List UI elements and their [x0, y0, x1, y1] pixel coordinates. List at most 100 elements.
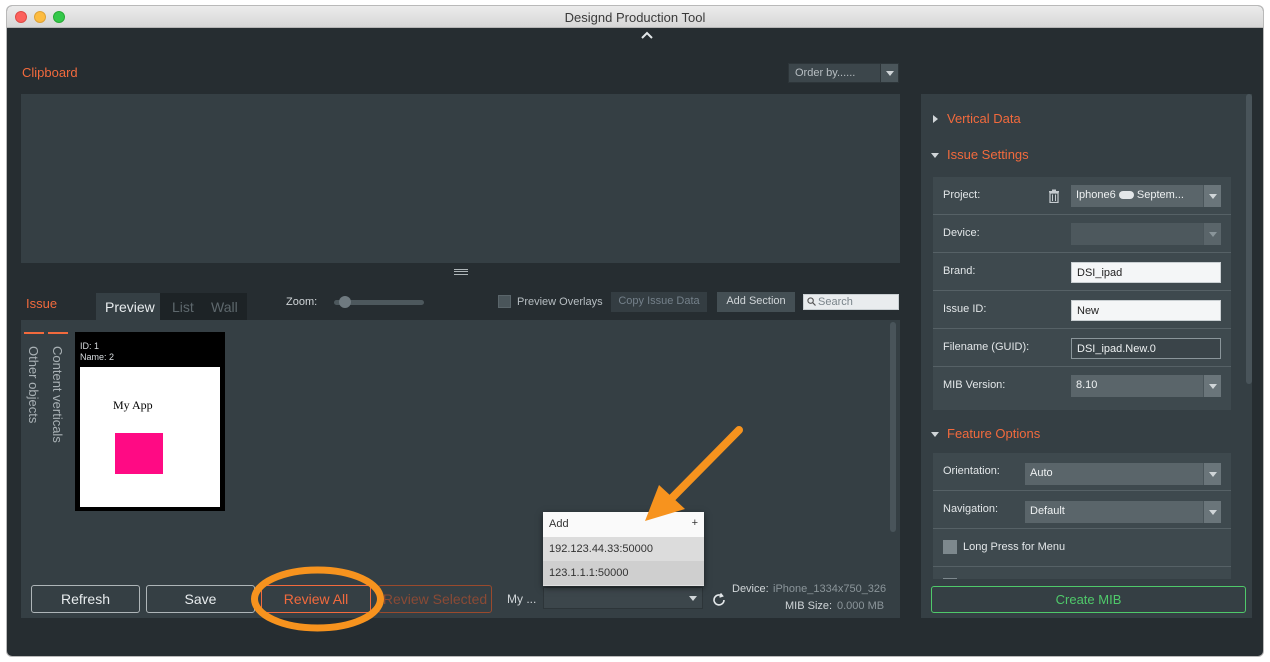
device-value: iPhone_1334x750_326	[773, 583, 887, 595]
long-press-row: Long Press for Menu	[933, 529, 1231, 567]
search-input[interactable]: Search	[803, 294, 899, 310]
mib-version-value: 8.10	[1076, 379, 1098, 391]
save-button[interactable]: Save	[146, 585, 255, 613]
page-thumbnail[interactable]: ID: 1 Name: 2 My App	[75, 332, 225, 511]
mib-version-dropdown-button[interactable]	[1203, 375, 1221, 397]
tab-indicator	[24, 332, 44, 334]
device-option[interactable]: 123.1.1.1:50000	[543, 561, 704, 585]
create-mib-button[interactable]: Create MIB	[931, 586, 1246, 613]
device-dropdown-button[interactable]	[1203, 223, 1221, 245]
brand-label: Brand:	[943, 265, 976, 277]
device-option[interactable]: 192.123.44.33:50000	[543, 537, 704, 561]
device-label: Device:	[732, 583, 769, 595]
project-value: Iphone6	[1076, 189, 1116, 201]
orientation-value: Auto	[1030, 467, 1053, 479]
vertical-data-header[interactable]: Vertical Data	[947, 111, 1021, 126]
issue-id-label: Issue ID:	[943, 303, 987, 315]
navigation-dropdown-button[interactable]	[1203, 501, 1221, 523]
mib-version-row: MIB Version: 8.10	[933, 367, 1231, 405]
chevron-down-icon[interactable]	[931, 153, 939, 158]
add-device-label: Add	[549, 518, 569, 530]
clipboard-area[interactable]	[21, 94, 900, 263]
device-select[interactable]	[543, 587, 703, 609]
partial-row	[933, 567, 1231, 579]
thumbnail-name: Name: 2	[80, 352, 115, 362]
preview-scrollbar[interactable]	[890, 322, 896, 532]
search-placeholder: Search	[818, 296, 853, 308]
orientation-label: Orientation:	[943, 465, 1000, 477]
device-field-select[interactable]	[1071, 223, 1221, 245]
chevron-down-icon	[1209, 232, 1217, 237]
order-by-select[interactable]: Order by......	[788, 63, 899, 83]
refresh-icon[interactable]	[711, 592, 727, 608]
long-press-label: Long Press for Menu	[963, 541, 1066, 553]
tab-preview[interactable]: Preview	[96, 293, 160, 320]
collapse-chevron-up-icon[interactable]	[640, 30, 654, 40]
tab-wall[interactable]: Wall	[211, 299, 238, 315]
chevron-down-icon	[1209, 194, 1217, 199]
chevron-down-icon	[1209, 384, 1217, 389]
project-redaction	[1118, 191, 1134, 200]
device-field-label: Device:	[943, 227, 980, 239]
tab-list[interactable]: List	[172, 299, 194, 315]
annotation-circle-icon	[251, 566, 384, 632]
clipboard-title: Clipboard	[22, 65, 78, 80]
feature-options-box: Orientation: Auto Navigation: Default Lo…	[933, 453, 1231, 579]
order-by-value: Order by......	[795, 67, 856, 79]
issue-settings-header[interactable]: Issue Settings	[947, 147, 1029, 162]
thumbnail-page: My App	[80, 367, 220, 507]
thumbnail-pink-box	[115, 433, 163, 474]
chevron-down-icon	[1209, 510, 1217, 515]
filename-row: Filename (GUID): DSI_ipad.New.0	[933, 329, 1231, 367]
partial-checkbox[interactable]	[943, 578, 957, 579]
review-selected-button[interactable]: Review Selected	[378, 585, 492, 613]
orientation-select[interactable]: Auto	[1025, 463, 1221, 485]
navigation-value: Default	[1030, 505, 1065, 517]
thumbnail-meta: ID: 1 Name: 2	[80, 341, 114, 363]
preview-overlays-checkbox[interactable]	[498, 295, 511, 308]
chevron-down-icon	[886, 71, 894, 76]
project-value-suffix: Septem...	[1136, 189, 1184, 201]
issue-id-field[interactable]: New	[1071, 300, 1221, 321]
mib-version-select[interactable]: 8.10	[1071, 375, 1221, 397]
device-row: Device:	[933, 215, 1231, 253]
mib-size-value: 0.000 MB	[837, 600, 885, 612]
add-section-button[interactable]: Add Section	[717, 292, 795, 312]
tab-other-objects[interactable]: Other objects	[26, 346, 41, 423]
chevron-down-icon	[1209, 472, 1217, 477]
order-by-dropdown-button[interactable]	[880, 64, 898, 82]
zoom-slider-thumb[interactable]	[338, 296, 351, 308]
zoom-label: Zoom:	[286, 296, 318, 308]
issue-id-row: Issue ID: New	[933, 291, 1231, 329]
copy-issue-data-button[interactable]: Copy Issue Data	[611, 292, 707, 312]
filename-field[interactable]: DSI_ipad.New.0	[1071, 338, 1221, 359]
settings-scrollbar[interactable]	[1246, 94, 1252, 384]
orientation-row: Orientation: Auto	[933, 453, 1231, 491]
search-icon	[807, 297, 816, 306]
orientation-dropdown-button[interactable]	[1203, 463, 1221, 485]
project-select[interactable]: Iphone6 Septem...	[1071, 185, 1221, 207]
trash-icon[interactable]	[1048, 189, 1060, 203]
thumbnail-id: ID: 1	[80, 341, 100, 351]
title-bar: Designd Production Tool	[7, 6, 1263, 28]
feature-options-header[interactable]: Feature Options	[947, 426, 1040, 441]
filename-label: Filename (GUID):	[943, 341, 1030, 353]
annotation-arrow-icon	[645, 426, 743, 521]
brand-row: Brand: DSI_ipad	[933, 253, 1231, 291]
long-press-checkbox[interactable]	[943, 540, 957, 554]
project-dropdown-button[interactable]	[1203, 185, 1221, 207]
my-label: My ...	[507, 592, 537, 606]
navigation-select[interactable]: Default	[1025, 501, 1221, 523]
chevron-down-icon[interactable]	[931, 432, 939, 437]
mib-size-label: MIB Size:	[785, 600, 833, 612]
window-title: Designd Production Tool	[564, 10, 706, 25]
tab-content-verticals[interactable]: Content verticals	[50, 346, 65, 443]
splitter-handle-icon[interactable]	[454, 269, 468, 275]
chevron-right-icon[interactable]	[933, 115, 938, 123]
navigation-label: Navigation:	[943, 503, 999, 515]
refresh-button[interactable]: Refresh	[31, 585, 140, 613]
preview-overlays-label: Preview Overlays	[517, 296, 603, 308]
brand-field[interactable]: DSI_ipad	[1071, 262, 1221, 283]
issue-title: Issue	[26, 296, 58, 311]
issue-settings-box: Project: Iphone6 Septem... Device: Brand…	[933, 177, 1231, 410]
